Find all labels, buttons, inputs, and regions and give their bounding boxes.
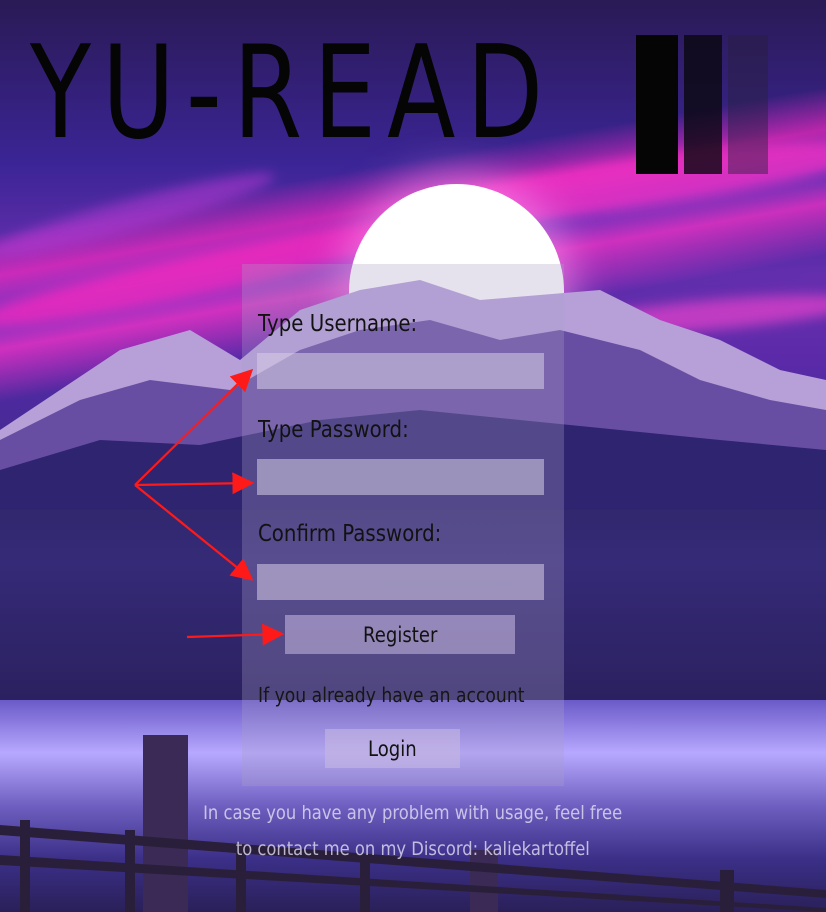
account-prompt: If you already have an account [258,683,525,707]
username-input[interactable] [257,353,544,389]
register-button-label: Register [362,622,438,647]
password-input[interactable] [257,459,544,495]
login-button[interactable]: Login [325,729,460,768]
login-button-label: Login [368,736,417,761]
logo-bars-icon [636,35,771,175]
app-title: YU-READ [30,19,555,168]
confirm-password-label: Confirm Password: [258,521,442,547]
register-button[interactable]: Register [285,615,515,654]
password-label: Type Password: [258,417,409,443]
confirm-password-input[interactable] [257,564,544,600]
footer-line-1: In case you have any problem with usage,… [203,802,623,824]
username-label: Type Username: [258,311,418,337]
footer-line-2: to contact me on my Discord: kaliekartof… [235,838,591,860]
